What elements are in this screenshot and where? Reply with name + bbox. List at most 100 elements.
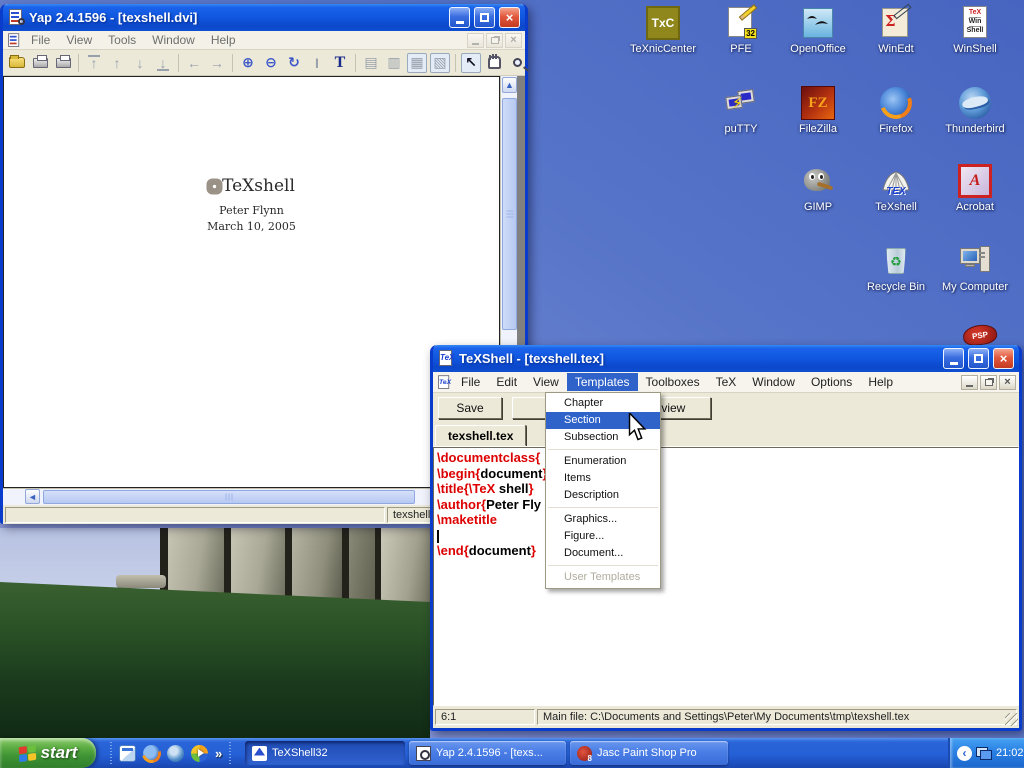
menu-item-enumeration[interactable]: Enumeration: [546, 453, 660, 470]
desktop-icon-winshell[interactable]: TeXWinShell WinShell: [938, 6, 1012, 55]
texshell-maximize-button[interactable]: [968, 348, 989, 369]
texshell-doc-icon: TeX: [437, 375, 451, 389]
quick-launch-overflow-chevron[interactable]: »: [215, 746, 222, 761]
yap-menu-view[interactable]: View: [58, 32, 100, 48]
double-page-view-icon[interactable]: ▥: [384, 53, 404, 73]
zoom-out-icon[interactable]: ⊖: [261, 53, 281, 73]
desktop-icon-texniccenter[interactable]: TxC TeXnicCenter: [626, 6, 700, 55]
desktop-icon-openoffice[interactable]: OpenOffice: [781, 6, 855, 55]
menu-view[interactable]: View: [525, 373, 567, 391]
last-page-icon[interactable]: ↓: [153, 53, 173, 73]
hand-tool-icon[interactable]: [484, 53, 504, 73]
yap-close-button[interactable]: ×: [499, 7, 520, 28]
yap-minimize-button[interactable]: [449, 7, 470, 28]
continuous-view-icon[interactable]: ▦: [407, 53, 427, 73]
texshell-minimize-button[interactable]: [943, 348, 964, 369]
texshell-titlebar[interactable]: TeX TeXShell - [texshell.tex] ×: [433, 345, 1019, 372]
desktop-icon-gimp[interactable]: GIMP: [781, 164, 855, 213]
texshell-mdi-minimize[interactable]: [961, 375, 978, 390]
scroll-left-button[interactable]: ◄: [25, 489, 40, 504]
next-page-icon[interactable]: ↓: [130, 53, 150, 73]
yap-doc-icon: [7, 33, 21, 47]
menu-templates[interactable]: Templates: [567, 373, 638, 391]
back-icon[interactable]: ←: [184, 53, 204, 73]
desktop-icon-thunderbird[interactable]: Thunderbird: [938, 86, 1012, 135]
tray-network-icon[interactable]: [976, 747, 992, 760]
forward-icon[interactable]: →: [207, 53, 227, 73]
menu-options[interactable]: Options: [803, 373, 860, 391]
yap-maximize-button[interactable]: [474, 7, 495, 28]
open-file-icon[interactable]: [7, 53, 27, 73]
desktop-icon-firefox[interactable]: Firefox: [859, 86, 933, 135]
single-page-view-icon[interactable]: ▤: [361, 53, 381, 73]
tab-texshell-tex[interactable]: texshell.tex: [435, 425, 526, 446]
menu-tex[interactable]: TeX: [708, 373, 745, 391]
desktop-icon-paintshoppro[interactable]: PSP: [958, 325, 1002, 345]
quick-launch-firefox-icon[interactable]: [143, 745, 160, 762]
menu-item-description[interactable]: Description: [546, 487, 660, 504]
yap-status-left: [5, 507, 385, 523]
menu-item-chapter[interactable]: Chapter: [546, 395, 660, 412]
menu-help[interactable]: Help: [860, 373, 901, 391]
previous-page-icon[interactable]: ↑: [107, 53, 127, 73]
mouse-cursor: [628, 413, 647, 447]
save-button[interactable]: Save: [438, 397, 502, 419]
print-setup-icon[interactable]: [53, 53, 73, 73]
resize-grip[interactable]: [1005, 713, 1018, 726]
ruler-icon[interactable]: I: [307, 53, 327, 73]
menu-window[interactable]: Window: [744, 373, 803, 391]
taskbar-button-texshell32[interactable]: TeXShell32: [245, 741, 405, 765]
quick-launch-ie-icon[interactable]: [119, 745, 136, 762]
zoom-in-icon[interactable]: ⊕: [238, 53, 258, 73]
yap-mdi-close[interactable]: ×: [505, 33, 522, 48]
desktop-icon-pfe[interactable]: 32 PFE: [704, 6, 778, 55]
select-tool-icon[interactable]: ↖: [461, 53, 481, 73]
menu-toolboxes[interactable]: Toolboxes: [638, 373, 708, 391]
desktop-icon-recycle-bin[interactable]: ♻ Recycle Bin: [859, 244, 933, 293]
menu-file[interactable]: File: [453, 373, 488, 391]
yap-titlebar[interactable]: Yap 2.4.1596 - [texshell.dvi] ×: [3, 4, 525, 31]
yap-mdi-minimize[interactable]: [467, 33, 484, 48]
redraw-icon[interactable]: ↻: [284, 53, 304, 73]
desktop-icon-filezilla[interactable]: FZ FileZilla: [781, 86, 855, 135]
texshell-mdi-restore[interactable]: [980, 375, 997, 390]
taskbar-button-yap[interactable]: Yap 2.4.1596 - [texs...: [409, 741, 566, 765]
desktop-icon-my-computer[interactable]: My Computer: [938, 244, 1012, 293]
menu-item-figure[interactable]: Figure...: [546, 528, 660, 545]
dvi-page: TeXshell Peter Flynn March 10, 2005: [3, 76, 500, 488]
menu-item-graphics[interactable]: Graphics...: [546, 511, 660, 528]
editor-line: \end{document}: [437, 543, 1018, 559]
taskbar-button-paintshoppro[interactable]: Jasc Paint Shop Pro: [570, 741, 728, 765]
quick-launch-mediaplayer-icon[interactable]: [191, 745, 208, 762]
text-mode-icon[interactable]: T: [330, 53, 350, 73]
texshell-close-button[interactable]: ×: [993, 348, 1014, 369]
menu-item-document[interactable]: Document...: [546, 545, 660, 562]
editor-line: \begin{document}: [437, 466, 1018, 482]
continuous-double-view-icon[interactable]: ▧: [430, 53, 450, 73]
menu-edit[interactable]: Edit: [488, 373, 525, 391]
stone: [349, 528, 375, 602]
start-button[interactable]: start: [0, 738, 96, 768]
yap-menu-window[interactable]: Window: [144, 32, 203, 48]
magnifier-tool-icon[interactable]: [507, 53, 527, 73]
editor-area[interactable]: \documentclass{ \begin{document} \title{…: [433, 447, 1019, 706]
texshell-mdi-close[interactable]: ×: [999, 375, 1016, 390]
tray-hide-icons-chevron[interactable]: ‹: [957, 746, 972, 761]
quick-launch-thunderbird-icon[interactable]: [167, 745, 184, 762]
print-icon[interactable]: [30, 53, 50, 73]
desktop-icon-winedt[interactable]: Σ WinEdt: [859, 6, 933, 55]
desktop-icon-acrobat[interactable]: A Acrobat: [938, 164, 1012, 213]
yap-menu-help[interactable]: Help: [203, 32, 244, 48]
menu-item-items[interactable]: Items: [546, 470, 660, 487]
acrobat-icon: A: [958, 164, 992, 198]
horizontal-scroll-thumb[interactable]: [43, 490, 415, 504]
yap-menu-file[interactable]: File: [23, 32, 58, 48]
scroll-up-button[interactable]: ▲: [502, 77, 517, 93]
thunderbird-icon: [959, 87, 991, 119]
vertical-scroll-thumb[interactable]: [502, 98, 517, 330]
yap-menu-tools[interactable]: Tools: [100, 32, 144, 48]
first-page-icon[interactable]: ↑: [84, 53, 104, 73]
desktop-icon-putty[interactable]: ⚡ puTTY: [704, 86, 778, 135]
yap-mdi-restore[interactable]: [486, 33, 503, 48]
desktop-icon-texshell[interactable]: TEX TeXshell: [859, 164, 933, 213]
